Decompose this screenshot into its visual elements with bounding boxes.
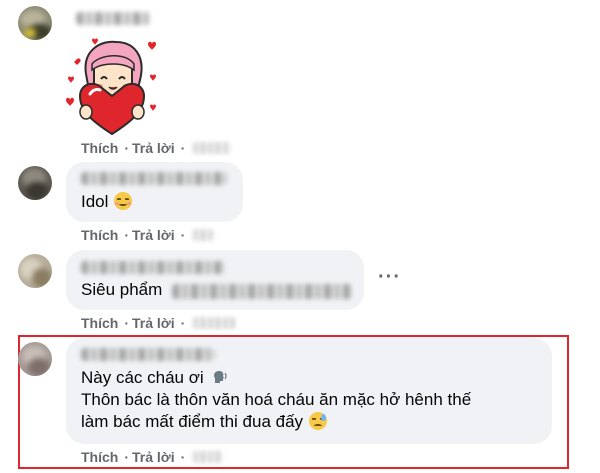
mentioned-text-blurred: [172, 284, 352, 299]
avatar[interactable]: [18, 342, 52, 376]
reply-link[interactable]: Trả lời: [132, 449, 175, 465]
comment-line-text: Thôn bác là thôn văn hoá cháu ăn mặc hở …: [81, 390, 472, 409]
like-link[interactable]: Thích: [81, 315, 118, 331]
separator-dot: ·: [180, 140, 186, 156]
separator-dot: ·: [124, 140, 130, 156]
speaking-head-icon: [214, 371, 227, 383]
author-name-blurred[interactable]: [76, 12, 150, 25]
more-options-icon[interactable]: ···: [378, 266, 401, 289]
comment-actions: Thích · Trả lời ·: [81, 449, 188, 465]
avatar[interactable]: [18, 254, 52, 288]
separator-dot: ·: [180, 449, 186, 465]
comment-actions: Thích · Trả lời ·: [81, 227, 188, 243]
comment-line-2: Thôn bác là thôn văn hoá cháu ăn mặc hở …: [81, 389, 471, 411]
avatar[interactable]: [18, 166, 52, 200]
disappointed-face-icon: [309, 412, 328, 430]
timestamp-blurred[interactable]: [193, 451, 223, 463]
author-name-blurred[interactable]: [81, 261, 225, 274]
separator-dot: ·: [124, 449, 130, 465]
comment-line-text: làm bác mất điểm thi đua đấy: [81, 412, 304, 431]
comment-text: Siêu phẩm: [81, 279, 162, 301]
separator-dot: ·: [180, 227, 186, 243]
girl-hugging-heart-sticker: [66, 38, 156, 136]
comment-text: Này các cháu ơi Thôn bác là thôn văn hoá…: [81, 367, 471, 433]
like-link[interactable]: Thích: [81, 140, 118, 156]
comment-line-text: Này các cháu ơi: [81, 368, 204, 387]
comment-body: Idol: [81, 192, 109, 211]
reply-link[interactable]: Trả lời: [132, 140, 175, 156]
author-name-blurred[interactable]: [81, 172, 227, 185]
avatar[interactable]: [18, 6, 52, 40]
comment-text: Idol: [81, 191, 133, 213]
timestamp-blurred[interactable]: [193, 229, 213, 241]
like-link[interactable]: Thích: [81, 449, 118, 465]
separator-dot: ·: [124, 227, 130, 243]
comment-actions: Thích · Trả lời ·: [81, 140, 188, 156]
separator-dot: ·: [124, 315, 130, 331]
comment-actions: Thích · Trả lời ·: [81, 315, 188, 331]
author-name-blurred[interactable]: [81, 348, 215, 361]
like-link[interactable]: Thích: [81, 227, 118, 243]
timestamp-blurred[interactable]: [193, 317, 235, 329]
comment-line-1: Này các cháu ơi: [81, 367, 471, 389]
comment-line-3: làm bác mất điểm thi đua đấy: [81, 411, 471, 433]
separator-dot: ·: [180, 315, 186, 331]
comment-body: Siêu phẩm: [81, 280, 163, 299]
smiling-face-icon: [114, 192, 133, 210]
reply-link[interactable]: Trả lời: [132, 227, 175, 243]
reply-link[interactable]: Trả lời: [132, 315, 175, 331]
timestamp-blurred[interactable]: [193, 142, 231, 154]
